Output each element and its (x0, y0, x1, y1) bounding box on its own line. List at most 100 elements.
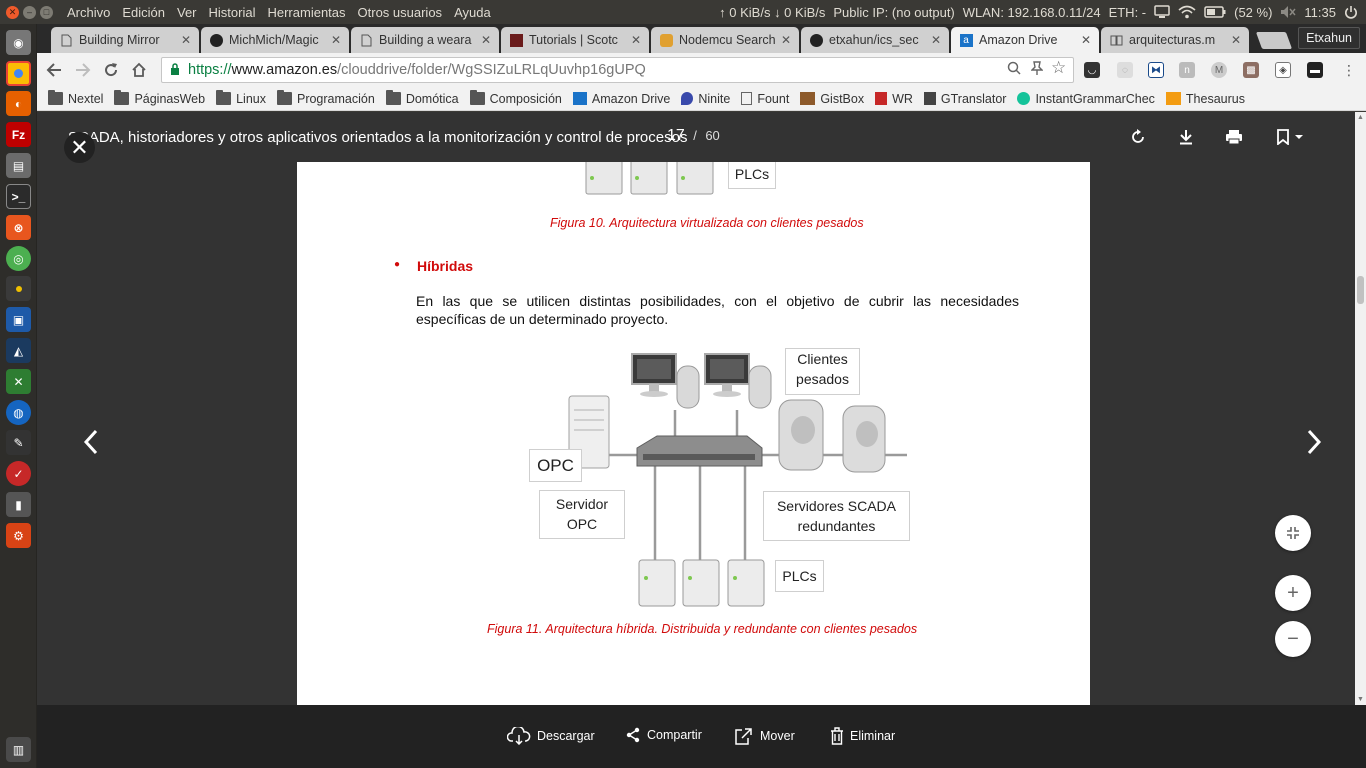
tab-amazon-drive[interactable]: a Amazon Drive ✕ (951, 27, 1099, 53)
new-tab-button[interactable] (1255, 32, 1293, 49)
window-minimize-icon[interactable]: – (23, 5, 36, 19)
bookmark-programacion[interactable]: Programación (276, 90, 375, 106)
next-page-arrow-icon[interactable] (1299, 424, 1329, 460)
bookmark-thesaurus[interactable]: Thesaurus (1165, 92, 1245, 106)
move-action-button[interactable]: Mover (734, 727, 795, 745)
launcher-editor-icon[interactable]: ✎ (6, 430, 31, 455)
tab-building-wearable[interactable]: Building a weara ✕ (351, 27, 499, 53)
volume-muted-icon[interactable] (1280, 5, 1296, 19)
n-extension-icon[interactable]: n (1179, 62, 1195, 78)
menu-archivo[interactable]: Archivo (67, 5, 110, 20)
launcher-check-icon[interactable]: ✓ (6, 461, 31, 486)
launcher-globe-icon[interactable]: ◍ (6, 400, 31, 425)
pin-icon[interactable] (1030, 61, 1044, 78)
bookmark-composicion[interactable]: Composición (469, 90, 562, 106)
previous-page-arrow-icon[interactable] (76, 424, 106, 460)
lightbulb-extension-icon[interactable]: ◈ (1275, 62, 1291, 78)
clock[interactable]: 11:35 (1304, 5, 1336, 20)
launcher-network-icon[interactable]: ◭ (6, 338, 31, 363)
launcher-trash-icon[interactable]: ▥ (6, 737, 31, 762)
launcher-virtualbox-icon[interactable]: ▣ (6, 307, 31, 332)
close-viewer-button[interactable]: ✕ (64, 132, 95, 163)
print-icon[interactable] (1224, 127, 1244, 147)
menu-otros-usuarios[interactable]: Otros usuarios (358, 5, 443, 20)
tab-close-icon[interactable]: ✕ (1231, 33, 1241, 47)
tab-etxahun-ics[interactable]: etxahun/ics_sec ✕ (801, 27, 949, 53)
back-arrow-icon[interactable] (42, 58, 66, 82)
gray-extension-icon[interactable]: ◌ (1117, 62, 1133, 78)
bookmark-gistbox[interactable]: GistBox (800, 92, 864, 106)
menu-historial[interactable]: Historial (209, 5, 256, 20)
share-action-button[interactable]: Compartir (625, 727, 702, 743)
launcher-x-green-icon[interactable]: ✕ (6, 369, 31, 394)
launcher-tools-icon[interactable]: ⚙ (6, 523, 31, 548)
tab-nodemcu[interactable]: Nodemcu Search ✕ (651, 27, 799, 53)
scroll-thumb[interactable] (1357, 276, 1364, 304)
bookmark-fount[interactable]: Fount (741, 92, 789, 106)
scroll-down-icon[interactable]: ▼ (1357, 696, 1364, 703)
page-scrollbar[interactable]: ▲ ▼ (1355, 112, 1366, 705)
tab-close-icon[interactable]: ✕ (781, 33, 791, 47)
zoom-out-icon[interactable]: − (1275, 621, 1311, 657)
tab-close-icon[interactable]: ✕ (481, 33, 491, 47)
launcher-x-icon[interactable]: ⊗ (6, 215, 31, 240)
bookmark-linux[interactable]: Linux (216, 90, 266, 106)
zoom-in-icon[interactable]: + (1275, 575, 1311, 611)
bookmark-wr[interactable]: WR (875, 92, 913, 106)
wlan-indicator[interactable]: WLAN: 192.168.0.11/24 (963, 5, 1101, 20)
bookmark-star-icon[interactable]: ☆ (1051, 58, 1066, 78)
launcher-settings-icon[interactable]: ▮ (6, 492, 31, 517)
battery-icon[interactable] (1204, 6, 1226, 18)
bookmark-nextel[interactable]: Nextel (48, 90, 103, 106)
tab-tutorials-scotch[interactable]: Tutorials | Scotc ✕ (501, 27, 649, 53)
launcher-chrome-icon[interactable] (6, 61, 31, 86)
current-page[interactable]: 17 (667, 127, 685, 144)
bookmark-domotica[interactable]: Domótica (385, 90, 459, 106)
launcher-firefox-icon[interactable]: ◐ (6, 91, 31, 116)
bookmark-paginasweb[interactable]: PáginasWeb (114, 90, 205, 106)
wifi-icon[interactable] (1178, 5, 1196, 19)
menu-ver[interactable]: Ver (177, 5, 197, 20)
bookmark-menu-icon[interactable] (1274, 127, 1306, 147)
menu-ayuda[interactable]: Ayuda (454, 5, 491, 20)
bookmark-gtranslator[interactable]: GTranslator (923, 92, 1006, 106)
pocket-extension-icon[interactable]: ◡ (1084, 62, 1100, 78)
m-extension-icon[interactable]: M (1211, 62, 1227, 78)
eth-indicator[interactable]: ETH: - (1109, 5, 1147, 20)
download-icon[interactable] (1176, 127, 1196, 147)
address-bar[interactable]: https:// www.amazon.es /clouddrive/folde… (161, 57, 1074, 83)
tab-building-mirror[interactable]: Building Mirror ✕ (51, 27, 199, 53)
chrome-menu-icon[interactable]: ⋮ (1337, 58, 1361, 82)
power-icon[interactable] (1344, 5, 1358, 19)
window-close-icon[interactable]: ✕ (6, 5, 19, 19)
bookmark-ninite[interactable]: Ninite (681, 92, 730, 106)
zoom-magnifier-icon[interactable] (1007, 61, 1021, 78)
launcher-green-app-icon[interactable]: ◎ (6, 246, 31, 271)
reload-icon[interactable] (99, 58, 123, 82)
tab-arquitecturas[interactable]: arquitecturas.m ✕ (1101, 27, 1249, 53)
monitor-icon[interactable] (1154, 5, 1170, 19)
launcher-yellow-dot-icon[interactable] (6, 276, 31, 301)
tab-close-icon[interactable]: ✕ (331, 33, 341, 47)
avatar-extension-icon[interactable]: ▩ (1243, 62, 1259, 78)
home-icon[interactable] (127, 58, 151, 82)
download-action-button[interactable]: Descargar (507, 727, 595, 745)
menu-herramientas[interactable]: Herramientas (267, 5, 345, 20)
tab-close-icon[interactable]: ✕ (631, 33, 641, 47)
bookmark-amazon-drive[interactable]: Amazon Drive (572, 92, 670, 106)
public-ip-indicator[interactable]: Public IP: (no output) (833, 5, 954, 20)
net-speed-indicator[interactable]: ↑ 0 KiB/s ↓ 0 KiB/s (719, 5, 825, 20)
bracket-extension-icon[interactable]: ⧓ (1148, 62, 1164, 78)
menu-edicion[interactable]: Edición (122, 5, 165, 20)
tab-close-icon[interactable]: ✕ (1081, 33, 1091, 47)
launcher-files-icon[interactable]: ▤ (6, 153, 31, 178)
delete-action-button[interactable]: Eliminar (830, 727, 895, 745)
launcher-filezilla-icon[interactable]: Fz (6, 122, 31, 147)
rotate-icon[interactable] (1128, 127, 1148, 147)
tab-close-icon[interactable]: ✕ (181, 33, 191, 47)
lock-icon[interactable] (170, 62, 180, 78)
forward-arrow-icon[interactable] (71, 58, 95, 82)
launcher-dash-icon[interactable]: ◉ (6, 30, 31, 55)
window-maximize-icon[interactable]: □ (40, 5, 53, 19)
profile-button[interactable]: Etxahun (1298, 27, 1360, 49)
